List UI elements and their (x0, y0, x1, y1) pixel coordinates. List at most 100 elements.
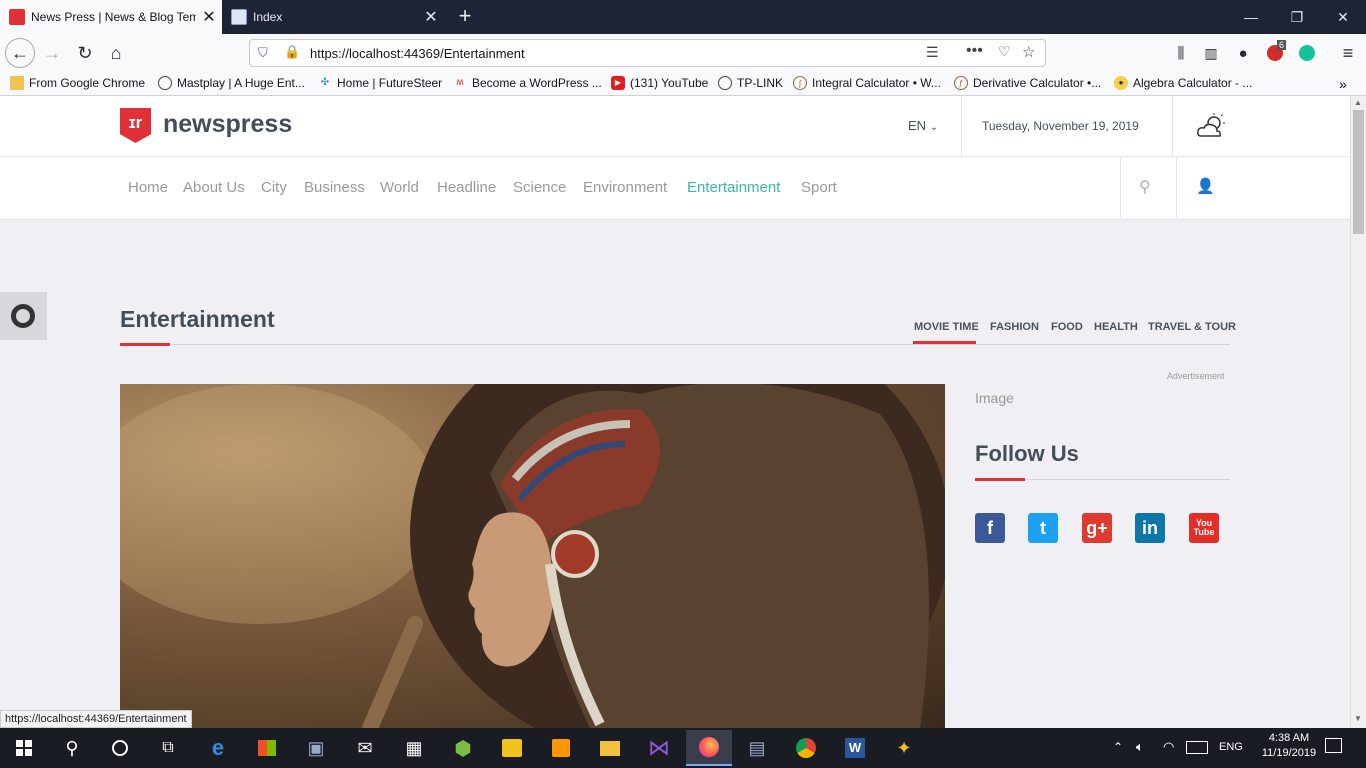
forward-button[interactable]: → (37, 38, 67, 68)
bookmark-item[interactable]: ƒ Derivative Calculator •... (954, 76, 1101, 90)
adblock-icon[interactable]: 6 (1260, 38, 1290, 68)
newspress-logo-icon[interactable]: ɪr (120, 108, 151, 143)
home-button[interactable]: ⌂ (101, 38, 131, 68)
subtab-movie-time[interactable]: MOVIE TIME (914, 321, 979, 333)
search-icon[interactable]: ⚲ (52, 732, 92, 764)
word-icon[interactable]: W (835, 732, 875, 764)
facebook-icon[interactable]: f (975, 513, 1005, 543)
mail-icon[interactable]: ✉ (345, 732, 385, 764)
clock[interactable]: 4:38 AM 11/19/2019 (1258, 732, 1320, 759)
menu-item-about-us[interactable]: About Us (183, 179, 245, 196)
close-tab-icon[interactable]: ✕ (418, 7, 444, 27)
close-tab-icon[interactable]: ✕ (196, 7, 222, 27)
sidebar-icon[interactable]: ▥ (1196, 38, 1226, 68)
twitter-icon[interactable]: t (1028, 513, 1058, 543)
maximize-button[interactable]: ❐ (1274, 0, 1320, 34)
firefox-icon[interactable] (686, 730, 732, 766)
grammarly-icon[interactable] (1292, 38, 1322, 68)
tab-index[interactable]: Index ✕ (222, 0, 444, 34)
close-window-button[interactable]: ✕ (1320, 0, 1366, 34)
account-icon[interactable]: ● (1228, 38, 1258, 68)
page-actions-icon[interactable]: ••• (966, 42, 983, 60)
google-plus-icon[interactable]: g+ (1082, 513, 1112, 543)
menu-item-city[interactable]: City (261, 179, 287, 196)
pocket-icon[interactable]: ♡ (998, 43, 1011, 60)
menu-item-world[interactable]: World (380, 179, 419, 196)
page-scrollbar[interactable]: ▲ ▼ (1350, 96, 1366, 728)
user-icon[interactable]: 👤 (1196, 177, 1215, 195)
back-button[interactable]: ← (5, 38, 35, 68)
bookmark-item[interactable]: Mastplay | A Huge Ent... (158, 76, 305, 90)
futuresteer-icon: ✣ (320, 77, 330, 88)
task-view-icon[interactable]: ⧉ (148, 732, 188, 764)
subtab-food[interactable]: FOOD (1051, 321, 1083, 333)
menu-item-headline[interactable]: Headline (437, 179, 496, 196)
globe-icon (718, 76, 732, 90)
reload-button[interactable]: ↻ (70, 38, 100, 68)
player-icon[interactable] (492, 732, 532, 764)
newspress-favicon-icon (9, 9, 25, 25)
logo-text[interactable]: newspress (163, 110, 292, 139)
edge-icon[interactable]: e (198, 732, 238, 764)
lock-warning-icon[interactable]: 🔒 (284, 44, 300, 60)
tab-newspress[interactable]: News Press | News & Blog Template ✕ (0, 0, 222, 34)
keyboard-icon[interactable] (1186, 741, 1208, 754)
wifi-icon[interactable]: ◠ (1163, 739, 1174, 755)
menu-item-environment[interactable]: Environment (583, 179, 667, 196)
menu-item-business[interactable]: Business (304, 179, 365, 196)
language-selector[interactable]: EN ⌄ (908, 118, 938, 133)
hamburger-menu-icon[interactable]: ≡ (1333, 38, 1363, 68)
reader-view-icon[interactable]: ☰ (926, 44, 939, 61)
document-favicon-icon (231, 9, 247, 25)
menu-item-home[interactable]: Home (128, 179, 168, 196)
minimize-button[interactable]: — (1228, 0, 1274, 34)
3d-box-icon[interactable]: ⬢ (443, 732, 483, 764)
bookmark-item[interactable]: From Google Chrome (10, 76, 145, 90)
linkedin-icon[interactable]: in (1135, 513, 1165, 543)
new-tab-button[interactable]: + (452, 3, 478, 29)
calculator-icon[interactable]: ▦ (394, 732, 434, 764)
subtab-health[interactable]: HEALTH (1094, 321, 1138, 333)
bookmark-star-icon[interactable]: ☆ (1022, 43, 1035, 61)
remote-desktop-icon[interactable]: ▣ (296, 732, 336, 764)
visual-studio-icon[interactable]: ⋈ (639, 732, 679, 764)
youtube-icon[interactable]: You Tube (1189, 513, 1219, 543)
scrollbar-thumb[interactable] (1353, 110, 1364, 234)
support-widget[interactable] (0, 292, 47, 340)
volume-icon[interactable]: 🔈︎ (1136, 739, 1144, 755)
store-icon[interactable] (247, 732, 287, 764)
subtab-travel-tour[interactable]: TRAVEL & TOUR (1148, 321, 1236, 333)
follow-accent-line (975, 478, 1025, 481)
bookmark-item[interactable]: TP-LINK (718, 76, 783, 90)
network-monitor-icon[interactable]: ▤ (737, 732, 777, 764)
extension-badge: 6 (1277, 40, 1287, 50)
shield-icon[interactable]: ⛉ (258, 45, 268, 61)
menu-item-science[interactable]: Science (513, 179, 566, 196)
cortana-icon[interactable] (100, 732, 140, 764)
subtab-fashion[interactable]: FASHION (990, 321, 1039, 333)
bookmark-item[interactable]: ● Algebra Calculator - ... (1114, 76, 1252, 90)
menu-item-sport[interactable]: Sport (801, 179, 837, 196)
url-bar[interactable]: ⛉ 🔒 https://localhost:44369/Entertainmen… (249, 39, 1046, 67)
scroll-down-icon[interactable]: ▼ (1354, 714, 1362, 723)
bookmark-item[interactable]: ✣ Home | FutureSteer (318, 76, 442, 90)
menu-item-entertainment[interactable]: Entertainment (687, 179, 780, 196)
sublime-text-icon[interactable] (541, 732, 581, 764)
scroll-up-icon[interactable]: ▲ (1354, 98, 1362, 107)
bookmark-item[interactable]: ʍ Become a WordPress ... (453, 76, 601, 90)
tray-chevron-icon[interactable]: ⌃ (1113, 740, 1123, 754)
search-icon[interactable]: ⚲ (1139, 177, 1151, 197)
ad-image-placeholder[interactable]: Image (975, 390, 1014, 406)
bookmark-item[interactable]: ∫ Integral Calculator • W... (793, 76, 941, 90)
library-icon[interactable]: ⫼ (1166, 38, 1196, 68)
bookmark-item[interactable]: ▶ (131) YouTube (611, 76, 708, 90)
featured-article-image[interactable] (120, 384, 945, 728)
more-bookmarks-icon[interactable]: » (1339, 76, 1347, 92)
app-icon[interactable]: ✦ (884, 732, 924, 764)
file-explorer-icon[interactable] (590, 732, 630, 764)
action-center-icon[interactable] (1325, 738, 1342, 753)
chrome-icon[interactable] (786, 732, 826, 764)
language-indicator[interactable]: ENG (1219, 741, 1243, 753)
url-text[interactable]: https://localhost:44369/Entertainment (310, 46, 525, 61)
windows-start-icon[interactable] (4, 732, 44, 764)
